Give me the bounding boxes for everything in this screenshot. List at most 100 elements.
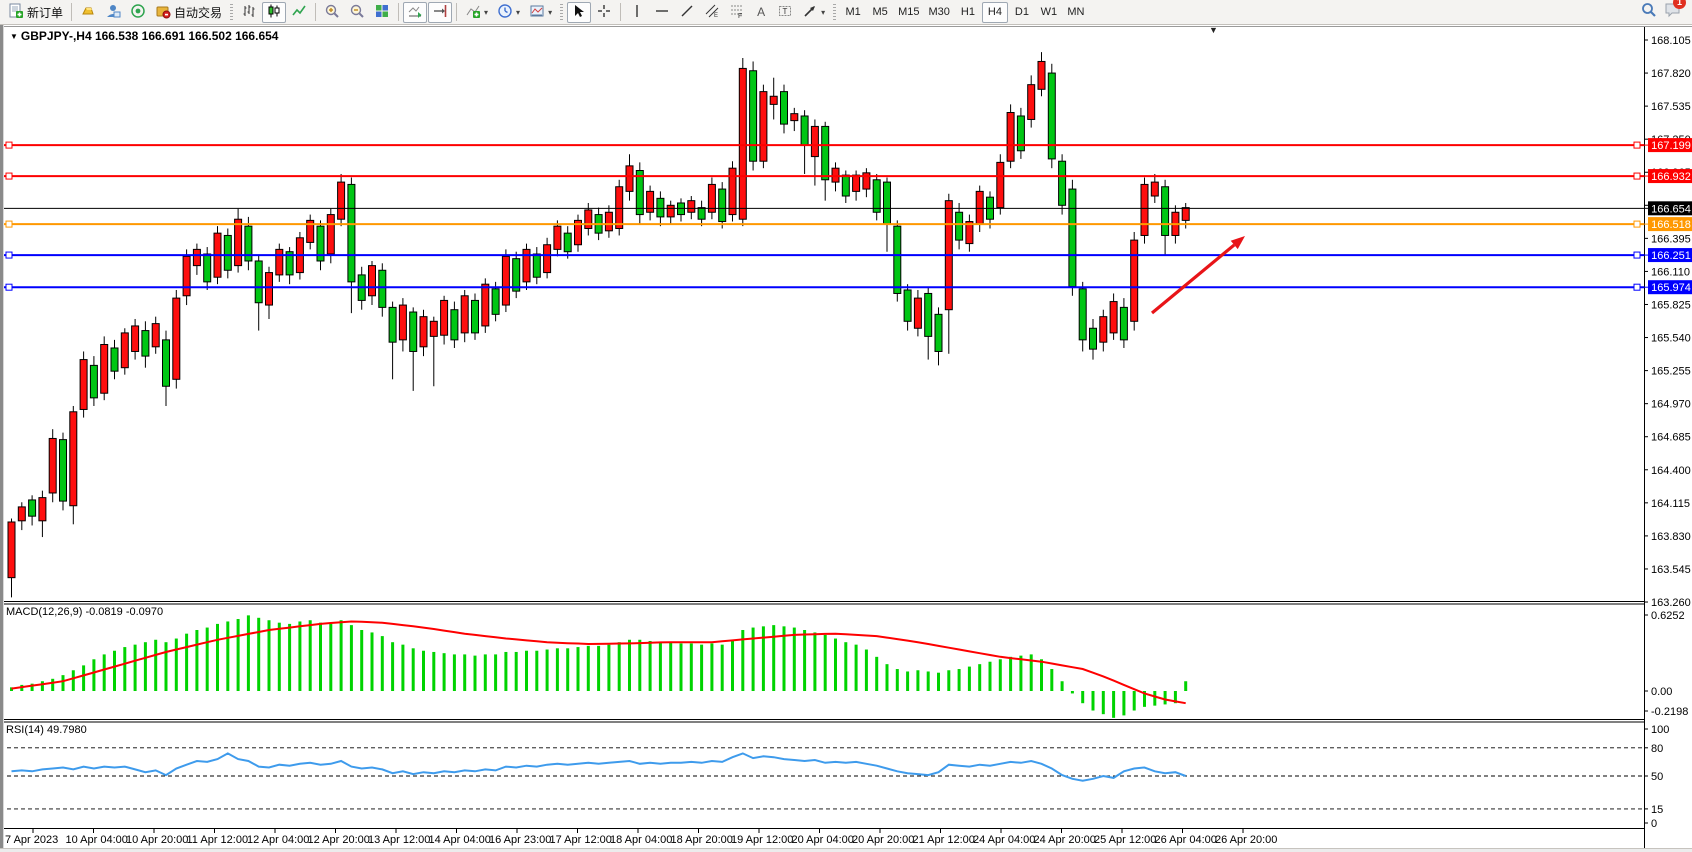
macd-histogram-bar: [195, 630, 198, 691]
price-tick-label: 166.395: [1651, 233, 1691, 245]
channel-button[interactable]: E: [700, 2, 724, 23]
timeframe-mn-button[interactable]: MN: [1063, 2, 1089, 23]
template-icon: [529, 3, 545, 22]
macd-histogram-bar: [474, 656, 477, 691]
timeframe-m5-button[interactable]: M5: [867, 2, 893, 23]
macd-histogram-bar: [72, 670, 75, 691]
auto-trading-button[interactable]: 自动交易: [151, 2, 226, 23]
chart-type-candles-button[interactable]: [262, 2, 286, 23]
macd-histogram-bar: [51, 679, 54, 691]
collapse-triangle-icon[interactable]: ▼: [10, 32, 18, 41]
price-line-label: 167.199: [1651, 140, 1691, 152]
tile-windows-icon: [374, 3, 390, 22]
macd-histogram-bar: [309, 620, 312, 691]
profile-button[interactable]: [101, 2, 125, 23]
candle-body: [224, 235, 231, 270]
timeframe-m15-button[interactable]: M15: [894, 2, 923, 23]
hline-handle[interactable]: [1634, 284, 1640, 290]
candle-body: [80, 360, 87, 410]
chart-type-line-button[interactable]: [287, 2, 311, 23]
candle-body: [183, 256, 190, 295]
macd-histogram-bar: [731, 640, 734, 691]
macd-histogram-bar: [432, 652, 435, 691]
chart-type-bars-button[interactable]: [237, 2, 261, 23]
macd-histogram-bar: [577, 647, 580, 691]
candle-body: [904, 290, 911, 321]
macd-histogram-bar: [875, 657, 878, 691]
macd-histogram-bar: [288, 624, 291, 691]
macd-histogram-bar: [947, 670, 950, 691]
macd-histogram-bar: [587, 646, 590, 691]
zoom-out-button[interactable]: [345, 2, 369, 23]
candle-body: [1038, 61, 1045, 89]
macd-histogram-bar: [896, 669, 899, 691]
macd-histogram-bar: [906, 671, 909, 691]
macd-histogram-bar: [1019, 656, 1022, 691]
timeframe-m30-button[interactable]: M30: [925, 2, 954, 23]
trendline-button[interactable]: [675, 2, 699, 23]
chart-background: [0, 25, 1692, 848]
signals-button[interactable]: [126, 2, 150, 23]
tile-windows-button[interactable]: [370, 2, 394, 23]
macd-histogram-bar: [92, 659, 95, 691]
zoom-in-button[interactable]: [320, 2, 344, 23]
fibonacci-button[interactable]: F: [725, 2, 749, 23]
hline-handle[interactable]: [6, 221, 12, 227]
timeframe-h1-button[interactable]: H1: [955, 2, 981, 23]
hline-handle[interactable]: [6, 173, 12, 179]
vertical-line-button[interactable]: [625, 2, 649, 23]
macd-histogram-bar: [772, 625, 775, 691]
price-line-label: 166.932: [1651, 171, 1691, 183]
chevron-down-icon: ▾: [821, 8, 825, 17]
hline-handle[interactable]: [6, 284, 12, 290]
candle-body: [884, 182, 891, 224]
macd-histogram-bar: [844, 642, 847, 691]
macd-histogram-bar: [391, 642, 394, 691]
chart-shift-button[interactable]: [428, 2, 452, 23]
templates-button[interactable]: ▾: [525, 2, 556, 23]
hline-handle[interactable]: [1634, 142, 1640, 148]
toolbar-grip: [560, 4, 563, 20]
macd-histogram-bar: [649, 641, 652, 691]
horizontal-line-button[interactable]: [650, 2, 674, 23]
indicators-icon: [465, 3, 481, 22]
hline-handle[interactable]: [1634, 173, 1640, 179]
candle-body: [1028, 85, 1035, 120]
macd-histogram-bar: [494, 654, 497, 691]
arrows-button[interactable]: ▾: [798, 2, 829, 23]
toolbar-separator: [620, 3, 621, 21]
hline-handle[interactable]: [1634, 221, 1640, 227]
chat-button[interactable]: 1: [1664, 1, 1682, 24]
hline-handle[interactable]: [1634, 252, 1640, 258]
timeframe-w1-button[interactable]: W1: [1036, 2, 1062, 23]
community-button[interactable]: [76, 2, 100, 23]
hline-handle[interactable]: [6, 142, 12, 148]
search-icon[interactable]: [1640, 1, 1658, 24]
text-button[interactable]: A: [750, 2, 772, 23]
time-label: 12 Apr 20:00: [308, 834, 370, 846]
time-label: 12 Apr 04:00: [247, 834, 309, 846]
timeframe-d1-button[interactable]: D1: [1009, 2, 1035, 23]
timeframe-m1-button[interactable]: M1: [840, 2, 866, 23]
time-label: 18 Apr 20:00: [671, 834, 733, 846]
candle-body: [657, 198, 664, 217]
cursor-button[interactable]: [567, 2, 591, 23]
crosshair-button[interactable]: [592, 2, 616, 23]
hline-handle[interactable]: [6, 252, 12, 258]
timeframe-h4-button[interactable]: H4: [982, 2, 1008, 23]
auto-scroll-button[interactable]: [403, 2, 427, 23]
periods-button[interactable]: ▾: [493, 2, 524, 23]
candle-body: [49, 438, 56, 493]
candle-body: [1059, 161, 1066, 205]
candle-body: [1090, 328, 1097, 349]
macd-histogram-bar: [1092, 691, 1095, 711]
candle-body: [770, 96, 777, 104]
macd-histogram-bar: [41, 681, 44, 691]
indicators-button[interactable]: ▾: [461, 2, 492, 23]
new-order-button[interactable]: 新订单: [4, 2, 67, 23]
candle-body: [369, 266, 376, 296]
price-line-label: 166.518: [1651, 219, 1691, 231]
label-button[interactable]: T: [773, 2, 797, 23]
chart-canvas[interactable]: 168.105167.820167.535167.250166.965166.6…: [0, 0, 1692, 852]
candle-body: [90, 365, 97, 397]
